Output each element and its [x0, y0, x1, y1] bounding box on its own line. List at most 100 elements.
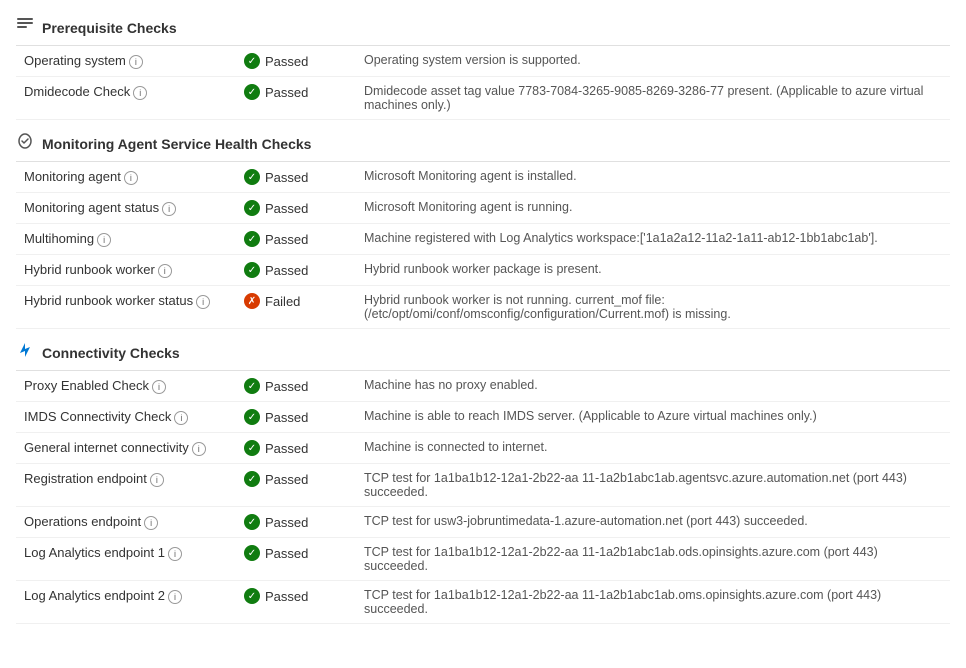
check-description: Machine has no proxy enabled.	[364, 378, 538, 392]
check-description-cell: Hybrid runbook worker is not running. cu…	[356, 286, 950, 329]
fail-icon: ✗	[244, 293, 260, 309]
check-name: Hybrid runbook worker	[24, 262, 155, 277]
check-status-cell: ✓Passed	[236, 507, 356, 538]
pass-icon: ✓	[244, 409, 260, 425]
status-label: Passed	[265, 472, 308, 487]
info-icon[interactable]: i	[97, 233, 111, 247]
check-status-cell: ✓ Passed	[236, 581, 356, 624]
main-container: Prerequisite ChecksOperating systemi✓Pas…	[0, 0, 966, 636]
section-title-prerequisite: Prerequisite Checks	[42, 20, 177, 36]
check-status-cell: ✓Passed	[236, 433, 356, 464]
check-name-cell: Log Analytics endpoint 1i	[16, 538, 236, 581]
check-name: Operating system	[24, 53, 126, 68]
check-name-cell: Registration endpointi	[16, 464, 236, 507]
check-status-cell: ✓ Passed	[236, 255, 356, 286]
table-row: IMDS Connectivity Checki ✓ Passed Machine i…	[16, 402, 950, 433]
check-description-cell: TCP test for 1a1ba1b12-12a1-2b22-aa 11-1…	[356, 581, 950, 624]
check-name-cell: Hybrid runbook workeri	[16, 255, 236, 286]
status-label: Passed	[265, 589, 308, 604]
info-icon[interactable]: i	[174, 411, 188, 425]
info-icon[interactable]: i	[168, 547, 182, 561]
check-name: Registration endpoint	[24, 471, 147, 486]
check-name: Multihoming	[24, 231, 94, 246]
status-label: Passed	[265, 263, 308, 278]
check-description-cell: Machine is able to reach IMDS server. (A…	[356, 402, 950, 433]
check-description: Machine registered with Log Analytics wo…	[364, 231, 878, 245]
table-row: Monitoring agent statusi ✓ Passed Microsoft…	[16, 193, 950, 224]
pass-icon: ✓	[244, 262, 260, 278]
check-name: Monitoring agent status	[24, 200, 159, 215]
check-name-cell: Monitoring agent statusi	[16, 193, 236, 224]
check-description-cell: Hybrid runbook worker package is present…	[356, 255, 950, 286]
table-row: Log Analytics endpoint 1i✓PassedTCP test…	[16, 538, 950, 581]
section-icon-connectivity	[16, 341, 34, 364]
check-description-cell: Microsoft Monitoring agent is installed.	[356, 162, 950, 193]
status-label: Passed	[265, 54, 308, 69]
check-name-cell: Proxy Enabled Checki	[16, 371, 236, 402]
check-status-cell: ✓ Passed	[236, 402, 356, 433]
pass-icon: ✓	[244, 588, 260, 604]
pass-icon: ✓	[244, 231, 260, 247]
status-passed: ✓ Passed	[244, 53, 348, 69]
check-description: TCP test for usw3-jobruntimedata-1.azure…	[364, 514, 808, 528]
pass-icon: ✓	[244, 471, 260, 487]
info-icon[interactable]: i	[133, 86, 147, 100]
table-row: Dmidecode Checki✓PassedDmidecode asset t…	[16, 77, 950, 120]
check-status-cell: ✓Passed	[236, 77, 356, 120]
check-name: Log Analytics endpoint 2	[24, 588, 165, 603]
table-row: Operations endpointi ✓Passed TCP test for …	[16, 507, 950, 538]
check-name: General internet connectivity	[24, 440, 189, 455]
status-passed: ✓ Passed	[244, 471, 348, 487]
section-table-prerequisite: Operating systemi✓PassedOperating system…	[16, 46, 950, 120]
check-name-cell: Dmidecode Checki	[16, 77, 236, 120]
status-label: Passed	[265, 232, 308, 247]
check-name-cell: IMDS Connectivity Checki	[16, 402, 236, 433]
info-icon[interactable]: i	[124, 171, 138, 185]
table-row: Multihomingi ✓ Passed Machine registered wi…	[16, 224, 950, 255]
check-name: Monitoring agent	[24, 169, 121, 184]
check-name-cell: Monitoring agenti	[16, 162, 236, 193]
pass-icon: ✓	[244, 200, 260, 216]
info-icon[interactable]: i	[196, 295, 210, 309]
check-description-cell: Microsoft Monitoring agent is running.	[356, 193, 950, 224]
info-icon[interactable]: i	[162, 202, 176, 216]
status-passed: ✓Passed	[244, 514, 348, 530]
info-icon[interactable]: i	[144, 516, 158, 530]
table-row: Operating systemi ✓ Passed Operating system…	[16, 46, 950, 77]
section-header-monitoring: Monitoring Agent Service Health Checks	[16, 124, 950, 162]
check-description: Machine is able to reach IMDS server. (A…	[364, 409, 817, 423]
status-passed: ✓Passed	[244, 378, 348, 394]
check-description-cell: TCP test for 1a1ba1b12-12a1-2b22-aa 11-1…	[356, 464, 950, 507]
pass-icon: ✓	[244, 440, 260, 456]
check-description: Microsoft Monitoring agent is installed.	[364, 169, 577, 183]
status-label: Failed	[265, 294, 300, 309]
check-description: TCP test for 1a1ba1b12-12a1-2b22-aa 11-1…	[364, 588, 881, 616]
check-name: Proxy Enabled Check	[24, 378, 149, 393]
info-icon[interactable]: i	[192, 442, 206, 456]
check-name: Operations endpoint	[24, 514, 141, 529]
check-status-cell: ✓ Passed	[236, 224, 356, 255]
check-name: IMDS Connectivity Check	[24, 409, 171, 424]
info-icon[interactable]: i	[129, 55, 143, 69]
status-label: Passed	[265, 201, 308, 216]
check-description: Hybrid runbook worker is not running. cu…	[364, 293, 731, 321]
pass-icon: ✓	[244, 53, 260, 69]
check-description: TCP test for 1a1ba1b12-12a1-2b22-aa 11-1…	[364, 471, 907, 499]
table-row: Registration endpointi ✓ Passed TCP test fo…	[16, 464, 950, 507]
check-name-cell: General internet connectivityi	[16, 433, 236, 464]
info-icon[interactable]: i	[150, 473, 164, 487]
table-row: Hybrid runbook workeri ✓ Passed Hybrid runb…	[16, 255, 950, 286]
check-status-cell: ✓Passed	[236, 371, 356, 402]
info-icon[interactable]: i	[152, 380, 166, 394]
check-status-cell: ✓Passed	[236, 162, 356, 193]
info-icon[interactable]: i	[168, 590, 182, 604]
info-icon[interactable]: i	[158, 264, 172, 278]
check-status-cell: ✓ Passed	[236, 46, 356, 77]
status-label: Passed	[265, 170, 308, 185]
status-label: Passed	[265, 379, 308, 394]
check-name-cell: Operating systemi	[16, 46, 236, 77]
section-header-prerequisite: Prerequisite Checks	[16, 8, 950, 46]
section-table-monitoring: Monitoring agenti✓PassedMicrosoft Monito…	[16, 162, 950, 329]
status-passed: ✓Passed	[244, 84, 348, 100]
status-label: Passed	[265, 410, 308, 425]
